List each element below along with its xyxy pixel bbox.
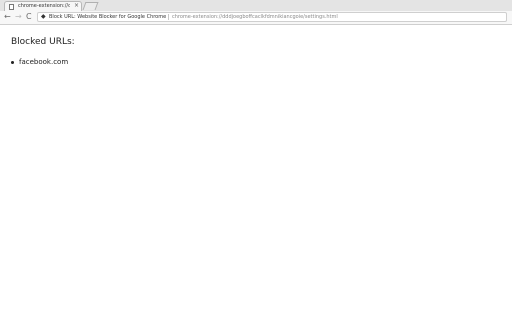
back-icon[interactable]: ← xyxy=(4,12,11,22)
address-divider xyxy=(168,14,169,20)
reload-icon[interactable]: C xyxy=(26,12,32,22)
page-content: Blocked URLs: facebook.com xyxy=(0,25,512,320)
page-title: Blocked URLs: xyxy=(11,37,75,47)
document-icon xyxy=(9,4,14,10)
extension-name: Block URL: Website Blocker for Google Ch… xyxy=(49,14,167,20)
blocked-url-list: facebook.com xyxy=(11,58,69,67)
browser-toolbar: ← → C ◆ Block URL: Website Blocker for G… xyxy=(0,11,512,25)
new-tab-button[interactable] xyxy=(82,2,99,10)
tab-title: chrome-extension://ddd xyxy=(18,3,70,9)
puzzle-icon: ◆ xyxy=(41,13,46,20)
address-bar[interactable]: ◆ Block URL: Website Blocker for Google … xyxy=(37,12,507,22)
browser-tab[interactable]: chrome-extension://ddd × xyxy=(4,1,82,11)
tab-strip: chrome-extension://ddd × xyxy=(0,0,512,11)
bullet-icon xyxy=(11,61,14,64)
close-tab-icon[interactable]: × xyxy=(74,2,79,10)
blocked-url: facebook.com xyxy=(19,58,69,66)
forward-icon[interactable]: → xyxy=(15,12,22,22)
url-text[interactable]: chrome-extension://dddjoegboffcaclkfdmni… xyxy=(172,13,338,21)
list-item: facebook.com xyxy=(11,58,69,67)
